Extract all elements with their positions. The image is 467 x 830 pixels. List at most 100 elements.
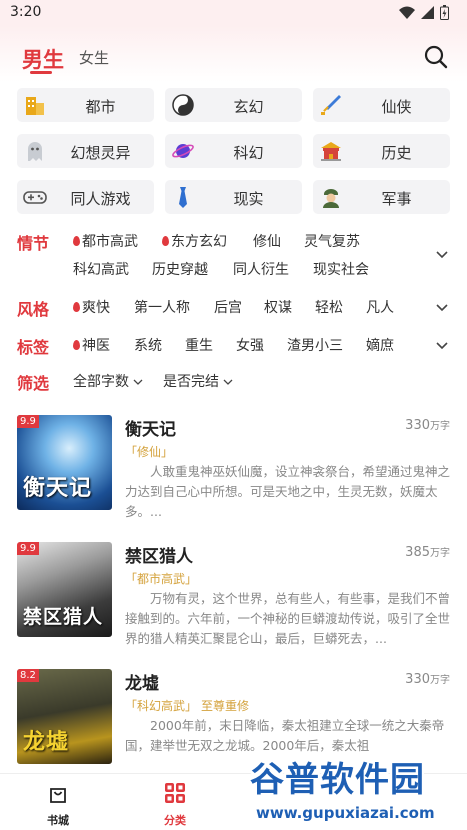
chevron-down-icon[interactable] xyxy=(436,339,448,351)
grid-icon xyxy=(165,783,185,803)
category-tile[interactable]: 仙侠 xyxy=(313,88,450,122)
score-badge: 8.2 xyxy=(17,669,39,682)
filter-option[interactable]: 后宫 xyxy=(214,297,242,317)
book-cover: 9.9 衡天记 xyxy=(17,415,112,510)
tab-male[interactable]: 男生 xyxy=(22,44,64,74)
filter-option[interactable]: 现实社会 xyxy=(313,259,369,279)
filter-label: 标签 xyxy=(17,338,50,357)
word-count: 385万字 xyxy=(405,545,450,560)
hot-icon xyxy=(73,340,80,350)
battery-icon xyxy=(440,5,449,20)
filter-option[interactable]: 第一人称 xyxy=(134,297,190,317)
filter-label: 情节 xyxy=(17,234,50,253)
category-label: 玄幻 xyxy=(233,98,264,116)
category-label: 科幻 xyxy=(233,144,264,162)
wifi-icon xyxy=(399,6,415,19)
watermark-url: www.gupuxiazai.com xyxy=(256,804,435,822)
filter-option[interactable]: 权谋 xyxy=(264,297,292,317)
palace-icon xyxy=(319,139,343,163)
book-item[interactable]: 9.9 衡天记 衡天记 330万字 「修仙」 人敢重鬼神巫妖仙魔，设立神衾祭台，… xyxy=(17,415,450,535)
tab-female[interactable]: 女生 xyxy=(79,47,109,68)
word-count-dropdown[interactable]: 全部字数 xyxy=(73,371,143,391)
signal-icon xyxy=(421,6,434,19)
search-button[interactable] xyxy=(423,44,449,70)
soldier-icon xyxy=(319,185,343,209)
filter-option[interactable]: 科幻高武 xyxy=(73,259,129,279)
filter-option[interactable]: 神医 xyxy=(73,335,110,355)
category-label: 同人游戏 xyxy=(70,190,131,208)
hot-icon xyxy=(73,236,80,246)
category-label: 幻想灵异 xyxy=(70,144,131,162)
chevron-down-icon[interactable] xyxy=(436,301,448,313)
nav-label: 分类 xyxy=(164,814,186,827)
filter-option[interactable]: 女强 xyxy=(236,335,264,355)
word-count: 330万字 xyxy=(405,418,450,433)
filter-option[interactable]: 轻松 xyxy=(315,297,343,317)
chevron-down-icon xyxy=(133,379,143,385)
gamepad-icon xyxy=(23,185,47,209)
category-label: 仙侠 xyxy=(381,98,412,116)
watermark-title: 谷普软件园 xyxy=(250,760,425,800)
tab-male-indicator xyxy=(30,71,52,74)
filter-option[interactable]: 历史穿越 xyxy=(152,259,208,279)
book-cover: 8.2 龙墟 xyxy=(17,669,112,764)
cover-title: 衡天记 xyxy=(23,475,93,501)
nav-category[interactable]: 分类 xyxy=(145,782,205,828)
tie-icon xyxy=(171,185,195,209)
filter-label: 筛选 xyxy=(17,374,50,393)
filter-option[interactable]: 东方玄幻 xyxy=(162,231,227,251)
book-tag: 「科幻高武」 至尊重修 xyxy=(125,699,250,713)
book-cover: 9.9 禁区猎人 xyxy=(17,542,112,637)
cover-title: 龙墟 xyxy=(23,729,70,755)
word-count: 330万字 xyxy=(405,672,450,687)
cover-title: 禁区猎人 xyxy=(23,606,104,628)
filter-option[interactable]: 修仙 xyxy=(253,231,281,251)
score-badge: 9.9 xyxy=(17,542,39,555)
book-description: 人敢重鬼神巫妖仙魔，设立神衾祭台，希望通过鬼神之力达到自己心中所想。可是天地之中… xyxy=(125,464,451,519)
book-tag: 「都市高武」 xyxy=(125,572,198,586)
filter-option[interactable]: 同人衍生 xyxy=(233,259,289,279)
category-tile[interactable]: 现实 xyxy=(165,180,302,214)
filter-option[interactable]: 灵气复苏 xyxy=(304,231,360,251)
book-description: 万物有灵，这个世界，总有些人，有些事，是我们不曾接触到的。六年前，一个神秘的巨蟒… xyxy=(125,591,451,646)
category-tile[interactable]: 幻想灵异 xyxy=(17,134,154,168)
filter-option[interactable]: 重生 xyxy=(185,335,213,355)
category-label: 军事 xyxy=(381,190,412,208)
chevron-down-icon xyxy=(223,379,233,385)
sword-icon xyxy=(319,93,343,117)
bag-icon xyxy=(50,788,66,803)
filter-option[interactable]: 系统 xyxy=(134,335,162,355)
category-label: 历史 xyxy=(381,144,412,162)
yin-yang-icon xyxy=(171,93,195,117)
score-badge: 9.9 xyxy=(17,415,39,428)
category-tile[interactable]: 都市 xyxy=(17,88,154,122)
filter-option[interactable]: 凡人 xyxy=(366,297,394,317)
filter-option[interactable]: 都市高武 xyxy=(73,231,138,251)
header-band xyxy=(0,26,467,82)
nav-bookstore[interactable]: 书城 xyxy=(28,782,88,828)
book-title: 禁区猎人 xyxy=(125,547,193,567)
filter-option[interactable]: 渣男小三 xyxy=(287,335,343,355)
category-tile[interactable]: 玄幻 xyxy=(165,88,302,122)
status-icons xyxy=(399,5,449,20)
ghost-icon xyxy=(23,139,47,163)
filter-label: 风格 xyxy=(17,300,50,319)
book-description: 2000年前，末日降临，秦太祖建立全球一统之大秦帝国，建举世无双之龙城。2000… xyxy=(125,718,445,753)
search-icon xyxy=(424,45,448,69)
filter-option[interactable]: 爽快 xyxy=(73,297,110,317)
status-time: 3:20 xyxy=(10,4,42,20)
hot-icon xyxy=(73,302,80,312)
category-tile[interactable]: 科幻 xyxy=(165,134,302,168)
book-item[interactable]: 9.9 禁区猎人 禁区猎人 385万字 「都市高武」 万物有灵，这个世界，总有些… xyxy=(17,542,450,662)
category-tile[interactable]: 军事 xyxy=(313,180,450,214)
book-title: 衡天记 xyxy=(125,420,176,440)
finished-dropdown[interactable]: 是否完结 xyxy=(163,371,233,391)
category-tile[interactable]: 同人游戏 xyxy=(17,180,154,214)
chevron-down-icon[interactable] xyxy=(436,248,448,260)
category-tile[interactable]: 历史 xyxy=(313,134,450,168)
book-tag: 「修仙」 xyxy=(125,445,174,459)
watermark: 谷普软件园 www.gupuxiazai.com xyxy=(250,752,460,827)
filter-option[interactable]: 嫡庶 xyxy=(366,335,394,355)
filter-row-tags: 标签 神医 系统 重生 女强 渣男小三 嫡庶 xyxy=(17,334,452,357)
category-label: 都市 xyxy=(85,98,116,116)
